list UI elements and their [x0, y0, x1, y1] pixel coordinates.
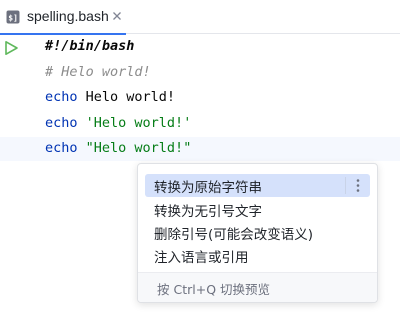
code-text: #!/bin/bash: [45, 38, 134, 54]
code-text: echo "Helo world!": [45, 140, 191, 156]
popup-footer: 按 Ctrl+Q 切换预览: [138, 272, 377, 302]
code-token: 'Helo world!': [85, 115, 192, 131]
code-token: "Helo world!": [85, 140, 192, 156]
menu-item[interactable]: 注入语言或引用: [145, 244, 370, 267]
code-token: #!/bin/bash: [45, 38, 135, 54]
menu-item[interactable]: 删除引号(可能会改变语义): [145, 221, 370, 244]
tab-label: spelling.bash: [27, 8, 109, 24]
code-token: echo: [45, 89, 78, 105]
intention-actions-popup: 转换为原始字符串 转换为无引号文字删除引号(可能会改变语义) 注入语言或引用 按 C…: [137, 163, 378, 303]
code-line[interactable]: echo "Helo world!": [0, 137, 400, 161]
code-token: Helo world!: [77, 89, 176, 105]
footer-hint: 按 Ctrl+Q 切换预览: [157, 282, 271, 297]
code-token: echo: [45, 140, 78, 156]
code-text: echo Helo world!: [45, 89, 175, 105]
menu-item-label: 转换为无引号文字: [154, 204, 262, 220]
code-text: # Helo world!: [45, 64, 151, 80]
svg-text:$]: $]: [8, 14, 18, 23]
close-icon[interactable]: [112, 11, 122, 21]
menu-item[interactable]: 转换为原始字符串: [145, 174, 370, 197]
menu-item-label: 删除引号(可能会改变语义): [154, 227, 314, 243]
more-vertical-icon[interactable]: [350, 177, 366, 194]
code-line[interactable]: # Helo world!: [0, 61, 400, 85]
menu-item[interactable]: 转换为无引号文字: [145, 198, 370, 221]
divider: [345, 177, 346, 194]
terminal-file-icon: $]: [6, 10, 20, 24]
editor-tab-bar: $] spelling.bash: [0, 0, 400, 35]
menu-item-label: 注入语言或引用: [154, 250, 249, 266]
code-line[interactable]: echo Helo world!: [0, 86, 400, 110]
tab-spelling-bash[interactable]: $] spelling.bash: [0, 0, 126, 35]
code-token: # Helo world!: [45, 64, 151, 80]
code-token: echo: [45, 115, 78, 131]
code-text: echo 'Helo world!': [45, 115, 191, 131]
code-line[interactable]: echo 'Helo world!': [0, 112, 400, 136]
code-line[interactable]: #!/bin/bash: [0, 35, 400, 59]
menu-item-label: 转换为原始字符串: [154, 180, 262, 196]
